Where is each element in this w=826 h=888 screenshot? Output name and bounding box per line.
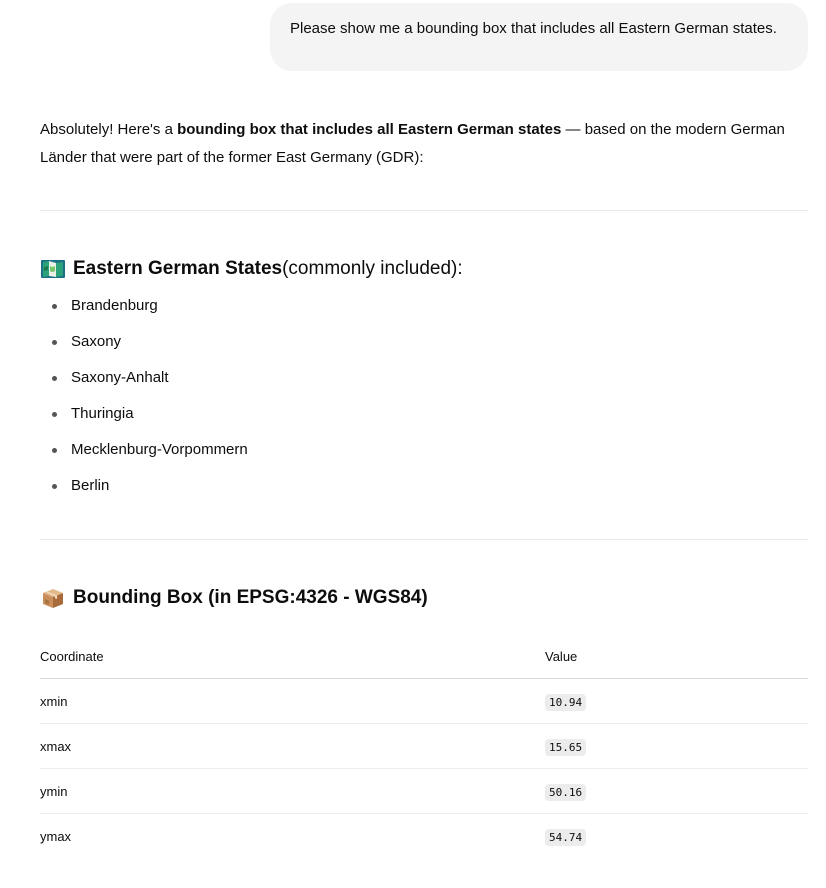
list-item-label: Saxony-Anhalt bbox=[71, 369, 169, 386]
assistant-intro: Absolutely! Here's a bounding box that i… bbox=[40, 116, 815, 172]
table-row: ymin 50.16 bbox=[40, 769, 808, 814]
user-message-bubble: Please show me a bounding box that inclu… bbox=[270, 3, 808, 71]
states-heading: Eastern German States (commonly included… bbox=[40, 255, 463, 283]
bullet-icon bbox=[52, 484, 57, 489]
column-header-value: Value bbox=[545, 649, 578, 664]
list-item: Thuringia bbox=[40, 400, 248, 436]
bullet-icon bbox=[52, 448, 57, 453]
table-row: xmin 10.94 bbox=[40, 679, 808, 724]
list-item-label: Saxony bbox=[71, 333, 122, 350]
states-list: Brandenburg Saxony Saxony-Anhalt Thuring… bbox=[40, 292, 248, 508]
intro-text-start: Absolutely! Here's a bbox=[40, 121, 178, 138]
table-header: Coordinate Value bbox=[40, 640, 808, 679]
intro-text-bold: bounding box that includes all Eastern G… bbox=[177, 121, 562, 138]
column-header-coordinate: Coordinate bbox=[40, 649, 104, 664]
bullet-icon bbox=[52, 340, 57, 345]
list-item-label: Mecklenburg-Vorpommern bbox=[71, 441, 248, 458]
bbox-table: Coordinate Value xmin 10.94 xmax 15.65 y… bbox=[40, 640, 808, 858]
bullet-icon bbox=[52, 304, 57, 309]
table-row: xmax 15.65 bbox=[40, 724, 808, 769]
states-heading-bold: Eastern German States bbox=[73, 258, 283, 279]
list-item-label: Thuringia bbox=[71, 405, 134, 422]
value-cell: 50.16 bbox=[545, 784, 587, 801]
divider bbox=[40, 210, 808, 211]
list-item: Brandenburg bbox=[40, 292, 248, 328]
bullet-icon bbox=[52, 376, 57, 381]
bbox-heading: Bounding Box (in EPSG:4326 - WGS84) bbox=[40, 584, 428, 612]
list-item: Berlin bbox=[40, 472, 248, 508]
value-cell: 15.65 bbox=[545, 739, 587, 756]
table-row: ymax 54.74 bbox=[40, 814, 808, 858]
value-cell: 54.74 bbox=[545, 829, 587, 846]
package-icon bbox=[40, 586, 66, 610]
list-item: Mecklenburg-Vorpommern bbox=[40, 436, 248, 472]
coordinate-cell: xmin bbox=[40, 694, 68, 709]
coordinate-cell: ymax bbox=[40, 829, 72, 844]
coordinate-cell: xmax bbox=[40, 739, 72, 754]
map-icon bbox=[40, 257, 66, 281]
user-message-text: Please show me a bounding box that inclu… bbox=[290, 20, 777, 37]
bbox-heading-title: Bounding Box (in EPSG:4326 - WGS84) bbox=[73, 587, 428, 608]
states-heading-rest: (commonly included): bbox=[282, 258, 463, 279]
coordinate-cell: ymin bbox=[40, 784, 68, 799]
list-item-label: Brandenburg bbox=[71, 297, 158, 314]
value-cell: 10.94 bbox=[545, 694, 587, 711]
divider bbox=[40, 539, 808, 540]
bullet-icon bbox=[52, 412, 57, 417]
list-item: Saxony-Anhalt bbox=[40, 364, 248, 400]
list-item-label: Berlin bbox=[71, 477, 110, 494]
list-item: Saxony bbox=[40, 328, 248, 364]
